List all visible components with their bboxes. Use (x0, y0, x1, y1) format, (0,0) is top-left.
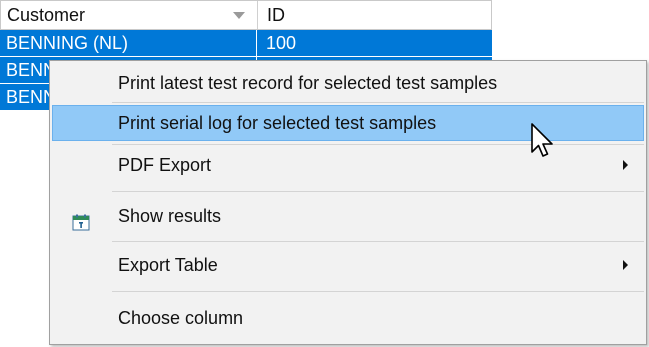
calendar-icon (72, 207, 90, 231)
mouse-pointer-icon (530, 122, 556, 162)
menu-item-export-table[interactable]: Export Table (52, 247, 644, 283)
menu-separator (112, 291, 644, 292)
menu-item-label: PDF Export (118, 155, 212, 175)
menu-item-choose-column[interactable]: Choose column (52, 300, 644, 336)
menu-item-label: Show results (118, 206, 222, 226)
menu-item-print-latest-test-record[interactable]: Print latest test record for selected te… (52, 65, 644, 101)
menu-item-label: Print serial log for selected test sampl… (118, 113, 437, 133)
cell-id[interactable]: 100 (266, 30, 486, 56)
menu-separator (112, 241, 644, 242)
column-header-customer[interactable]: Customer (7, 1, 253, 29)
menu-separator (112, 102, 644, 103)
column-header-id[interactable]: ID (267, 1, 487, 29)
cell-customer[interactable]: BENNING (NL) (6, 30, 246, 56)
menu-separator (112, 191, 644, 192)
submenu-arrow-icon (623, 160, 628, 170)
table-row[interactable]: BENNING (NL) 100 (0, 30, 492, 57)
menu-item-label: Export Table (118, 255, 218, 275)
menu-item-show-results[interactable]: Show results (52, 198, 644, 234)
menu-item-label: Print latest test record for selected te… (118, 73, 498, 93)
context-menu: Print latest test record for selected te… (49, 60, 647, 345)
submenu-arrow-icon (623, 260, 628, 270)
menu-item-label: Choose column (118, 308, 244, 328)
filter-dropdown-icon[interactable] (233, 12, 245, 19)
menu-separator (112, 144, 644, 145)
screen: Customer ID BENNING (NL) 100 BENNING BEN… (0, 0, 649, 347)
cell-divider (256, 30, 257, 56)
grid-header: Customer ID (0, 0, 492, 30)
column-divider[interactable] (257, 1, 258, 29)
